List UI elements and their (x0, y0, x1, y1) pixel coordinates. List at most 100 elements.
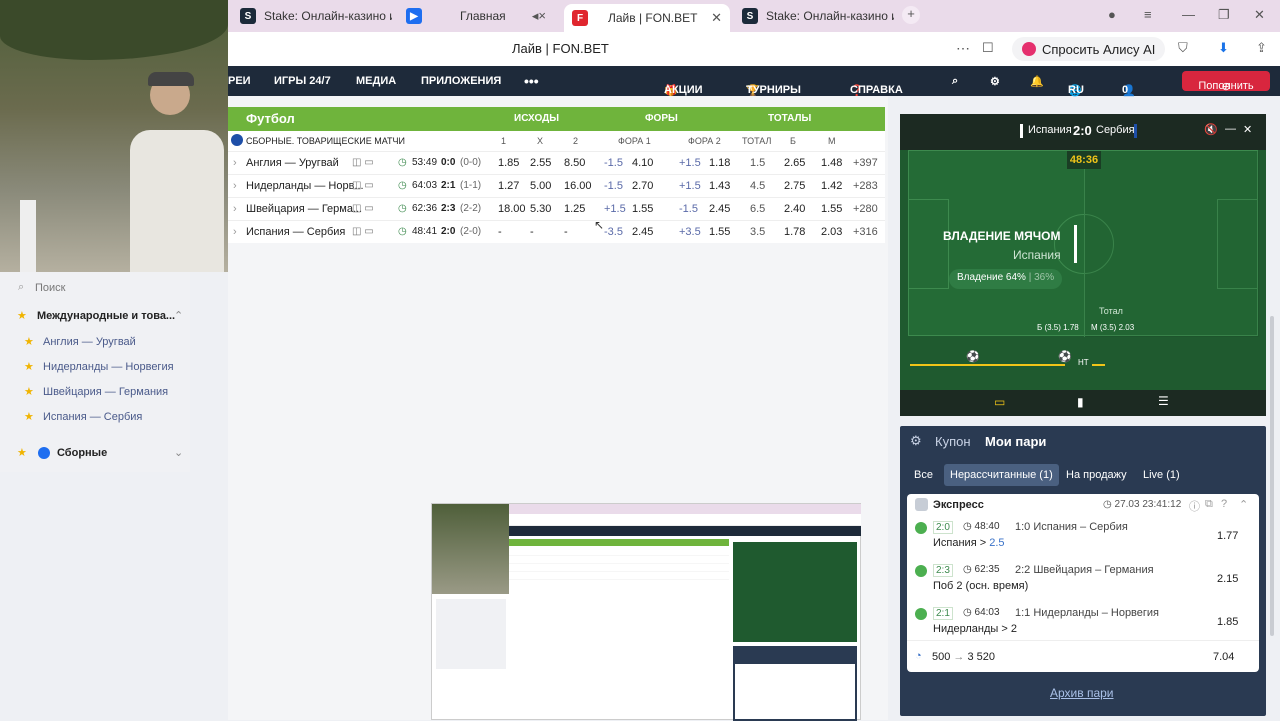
sidebar-group-national[interactable]: ★ Сборные ⌄ (0, 441, 190, 465)
archive-link[interactable]: Архив пари (1050, 686, 1114, 700)
odd-cell[interactable]: -3.5 (604, 226, 623, 238)
odd-cell[interactable]: +397 (853, 157, 878, 169)
alice-button[interactable]: Спросить Алису AI (1012, 37, 1166, 61)
window-close-icon[interactable]: ✕ (1254, 7, 1265, 23)
tab-main[interactable]: ▶ Главная ◂× (398, 4, 558, 28)
new-tab-icon[interactable]: + (902, 6, 920, 24)
search-input[interactable]: ⌕ Поиск (0, 276, 190, 300)
filter-live[interactable]: Live (1) (1137, 464, 1186, 486)
odd-cell[interactable]: 1.55 (821, 203, 842, 215)
stats-icon[interactable]: ▮ (1077, 395, 1084, 409)
odd-cell[interactable]: - (530, 226, 534, 238)
stream-icon[interactable]: ◫ ▭ (352, 203, 374, 214)
tab-stake-2[interactable]: S Stake: Онлайн-казино и с (734, 4, 894, 28)
sidebar-group-international[interactable]: ★ Международные и това... ⌃ (0, 304, 190, 328)
minimize-icon[interactable]: — (1225, 123, 1236, 135)
odd-cell[interactable]: -1.5 (604, 180, 623, 192)
odd-cell[interactable]: +280 (853, 203, 878, 215)
odd-cell[interactable]: 2.45 (632, 226, 653, 238)
odd-cell[interactable]: -1.5 (679, 203, 698, 215)
close-icon[interactable]: ✕ (1243, 123, 1252, 136)
match-name[interactable]: Испания — Сербия (246, 226, 345, 238)
sidebar-item-match[interactable]: ★ Англия — Уругвай (0, 330, 190, 354)
extension-icon[interactable]: ⛉ (1178, 40, 1188, 56)
filter-forsale[interactable]: На продажу (1060, 464, 1133, 486)
bookmark-icon[interactable]: ☐ (982, 40, 994, 56)
nav-more[interactable]: ••• (524, 73, 539, 89)
match-row[interactable]: › Англия — Уругвай ◫ ▭ ◷ 53:49 0:0 (0-0) 1.85 2.… (228, 151, 885, 174)
odd-cell[interactable]: 3.5 (750, 226, 765, 238)
help-icon[interactable]: ? (1221, 498, 1227, 510)
odd-cell[interactable]: +316 (853, 226, 878, 238)
scrollbar[interactable] (1270, 316, 1274, 636)
odd-cell[interactable]: 18.00 (498, 203, 526, 215)
field-view-icon[interactable]: ▭ (994, 395, 1005, 409)
odd-cell[interactable]: 1.5 (750, 157, 765, 169)
settings-icon[interactable]: ⚙ (990, 75, 1000, 88)
odd-cell[interactable]: 2.40 (784, 203, 805, 215)
nav-item-games247[interactable]: ИГРЫ 24/7 (274, 75, 331, 87)
filter-unsettled[interactable]: Нерассчитанные (1) (944, 464, 1059, 486)
total-under[interactable]: М (3.5) 2.03 (1091, 323, 1134, 332)
tab-fonbet[interactable]: F Лайв | FON.BET ✕ (564, 4, 730, 32)
bet-card[interactable]: Экспресс ◷ 27.03 23:41:12 ⓘ ⧉ ? ⌃ 2:0 ◷ 4… (907, 494, 1259, 672)
odd-cell[interactable]: 1.42 (821, 180, 842, 192)
odd-cell[interactable]: +1.5 (679, 157, 701, 169)
odd-cell[interactable]: 1.85 (498, 157, 519, 169)
search-icon[interactable]: ⌕ (952, 75, 958, 88)
mybets-tab[interactable]: Мои пари (985, 434, 1046, 449)
odd-cell[interactable]: 1.43 (709, 180, 730, 192)
nav-item-games[interactable]: РЕИ (228, 75, 251, 87)
odd-cell[interactable]: 1.55 (632, 203, 653, 215)
odd-cell[interactable]: 2.70 (632, 180, 653, 192)
odd-cell[interactable]: 2.65 (784, 157, 805, 169)
match-row[interactable]: › Нидерланды — Норв... ◫ ▭ ◷ 64:03 2:1 (1-1) 1.… (228, 174, 885, 197)
filter-all[interactable]: Все (908, 464, 939, 486)
odd-cell[interactable]: +283 (853, 180, 878, 192)
col-handicaps[interactable]: ФОРЫ (645, 113, 678, 124)
col-outcomes[interactable]: ИСХОДЫ (514, 113, 559, 124)
odd-cell[interactable]: 2.75 (784, 180, 805, 192)
stream-icon[interactable]: ◫ ▭ (352, 180, 374, 191)
match-name[interactable]: Нидерланды — Норв... (246, 180, 364, 192)
odd-cell[interactable]: 6.5 (750, 203, 765, 215)
odd-cell[interactable]: 4.5 (750, 180, 765, 192)
odd-cell[interactable]: 1.25 (564, 203, 585, 215)
odd-cell[interactable]: 1.48 (821, 157, 842, 169)
mute-icon[interactable]: ◂× (532, 8, 546, 24)
list-icon[interactable]: ☰ (1158, 394, 1169, 408)
odd-cell[interactable]: +1.5 (679, 180, 701, 192)
odd-cell[interactable]: 2.55 (530, 157, 551, 169)
tab-stake-1[interactable]: S Stake: Онлайн-казино и с (232, 4, 392, 28)
download-icon[interactable]: ⬇ (1218, 40, 1229, 56)
odd-cell[interactable]: 2.45 (709, 203, 730, 215)
profile-icon[interactable]: ● (1108, 7, 1116, 22)
close-icon[interactable]: ✕ (711, 10, 722, 26)
sidebar-item-match[interactable]: ★ Испания — Сербия (0, 405, 190, 429)
odd-cell[interactable]: 5.00 (530, 180, 551, 192)
total-over[interactable]: Б (3.5) 1.78 (1037, 323, 1079, 332)
match-row[interactable]: › Швейцария — Герма... ◫ ▭ ◷ 62:36 2:3 (2-2) 18… (228, 197, 885, 220)
coupon-tab[interactable]: Купон (935, 434, 971, 449)
stream-icon[interactable]: ◫ ▭ (352, 226, 374, 237)
match-name[interactable]: Англия — Уругвай (246, 157, 339, 169)
chevron-up-icon[interactable]: ⌃ (1239, 498, 1248, 511)
menu-icon[interactable]: ≡ (1144, 7, 1152, 22)
info-icon[interactable]: ⓘ (1189, 498, 1200, 514)
more-icon[interactable]: ⋯ (956, 40, 970, 57)
sidebar-item-match[interactable]: ★ Швейцария — Германия (0, 380, 190, 404)
settings-icon[interactable]: ⚙ (910, 433, 922, 449)
col-totals[interactable]: ТОТАЛЫ (768, 113, 811, 124)
nav-item-media[interactable]: МЕДИА (356, 75, 396, 87)
odd-cell[interactable]: +3.5 (679, 226, 701, 238)
nav-item-apps[interactable]: ПРИЛОЖЕНИЯ (421, 75, 501, 87)
stream-icon[interactable]: ◫ ▭ (352, 157, 374, 168)
odd-cell[interactable]: - (498, 226, 502, 238)
odd-cell[interactable]: -1.5 (604, 157, 623, 169)
odd-cell[interactable]: 2.03 (821, 226, 842, 238)
odd-cell[interactable]: 1.78 (784, 226, 805, 238)
odd-cell[interactable]: 5.30 (530, 203, 551, 215)
bell-icon[interactable]: 🔔 (1030, 75, 1044, 88)
odd-cell[interactable]: 1.18 (709, 157, 730, 169)
odd-cell[interactable]: - (564, 226, 568, 238)
